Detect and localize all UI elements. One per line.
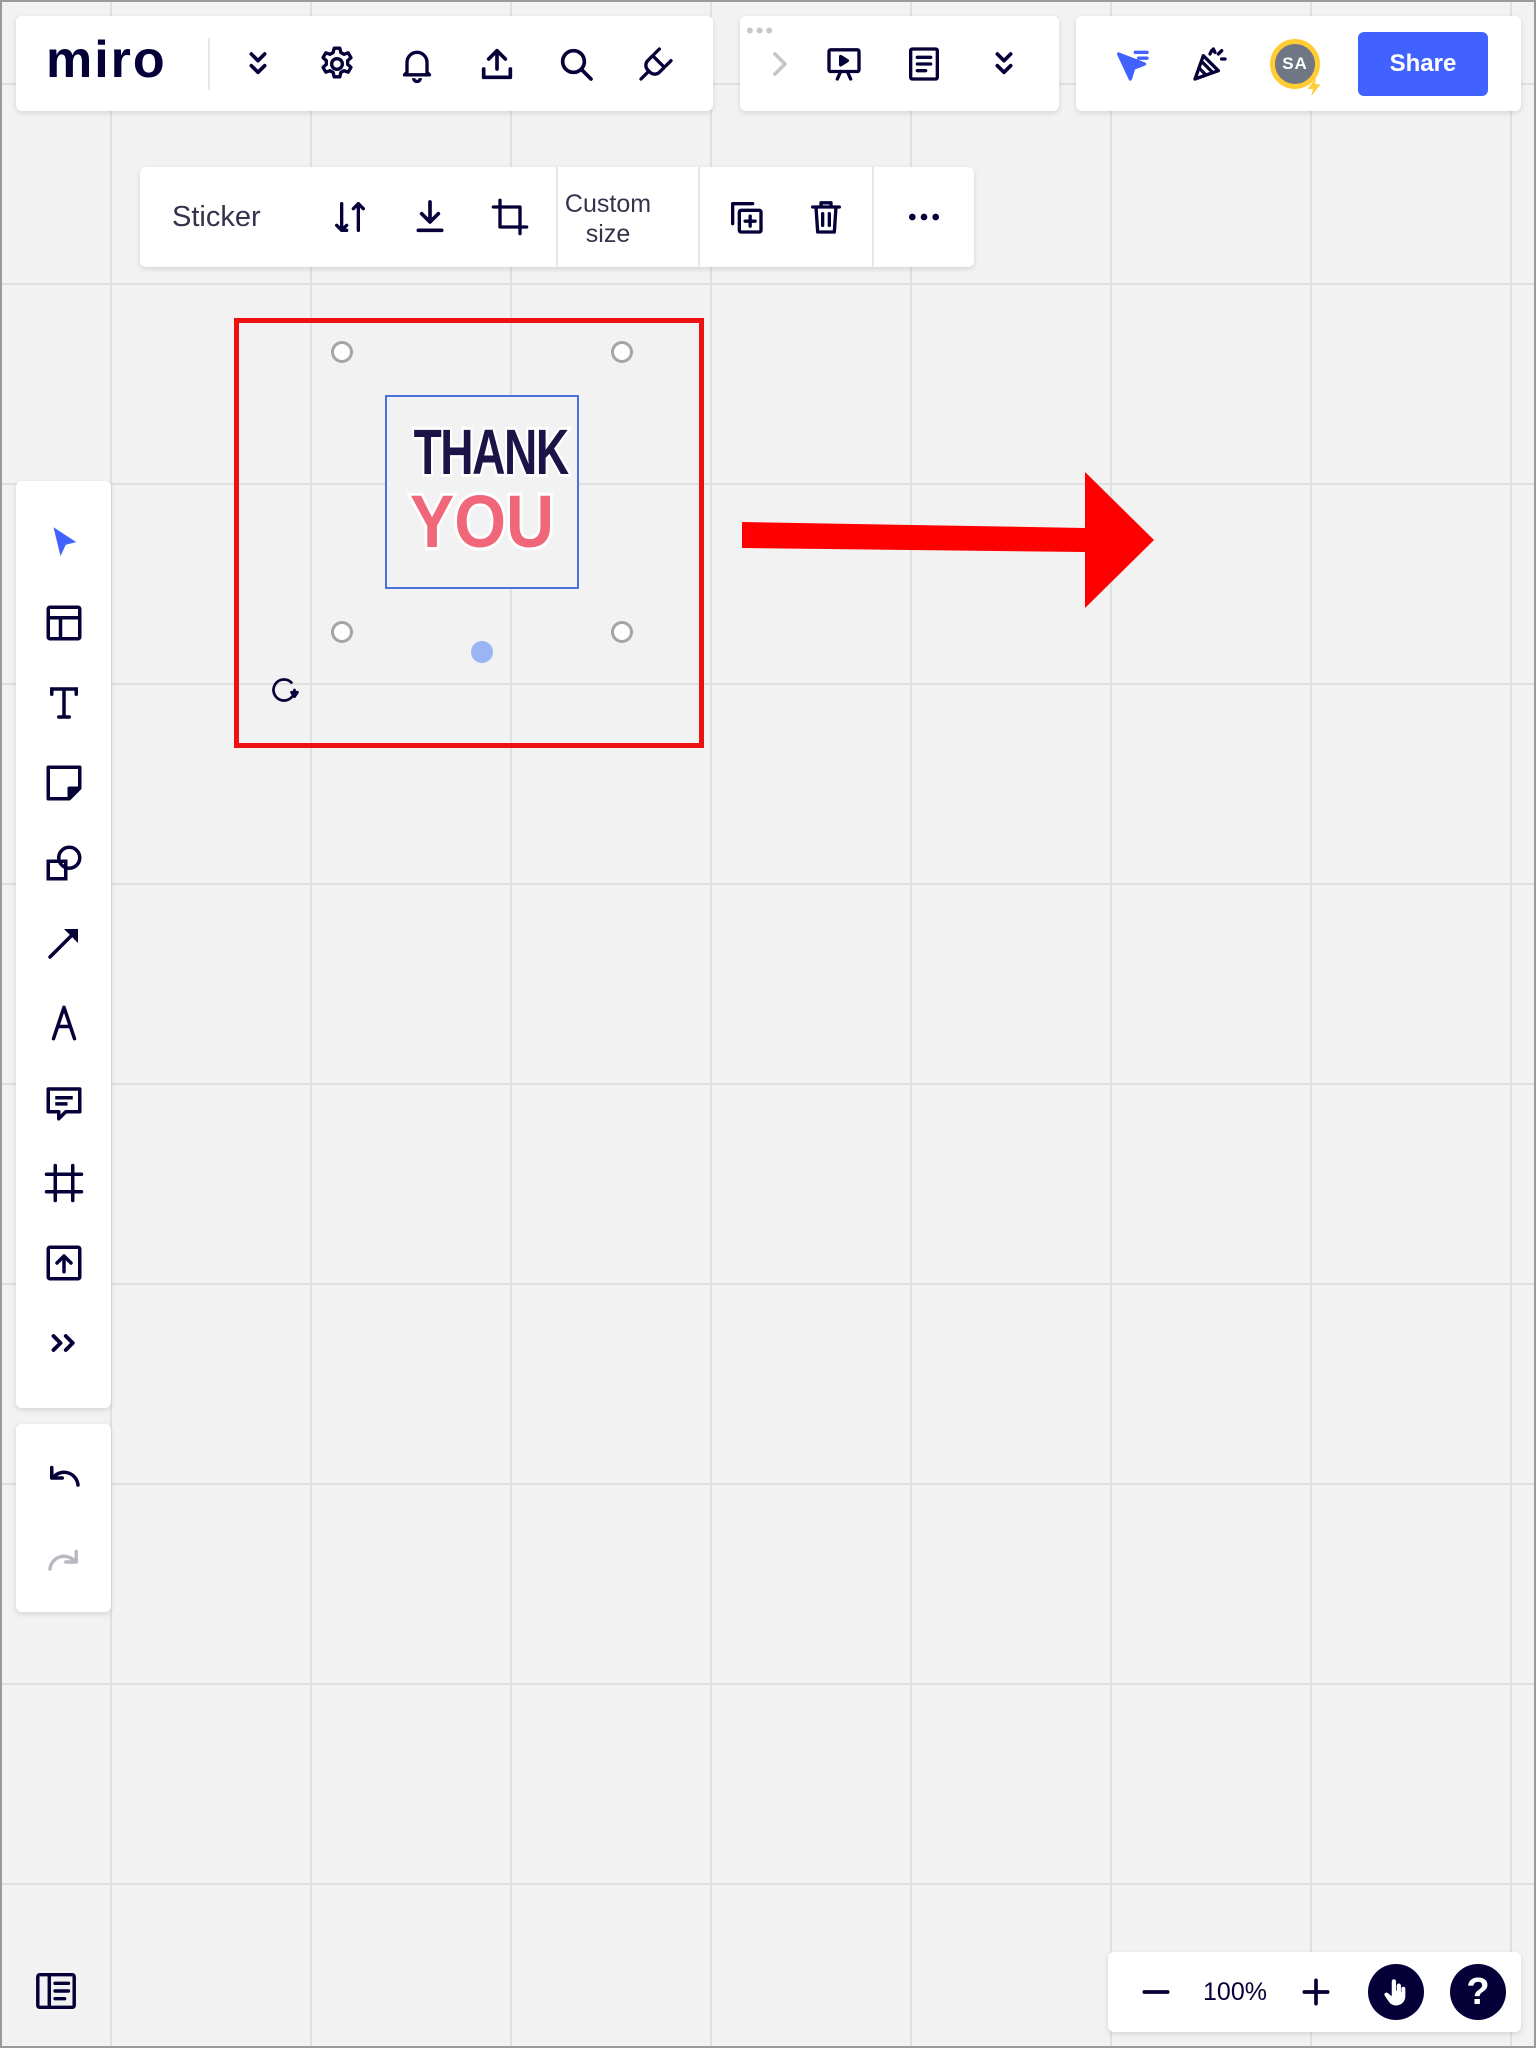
resize-handle-bottom-right[interactable] — [611, 621, 633, 643]
zoom-in-icon[interactable] — [1294, 1970, 1338, 2014]
plug-icon[interactable] — [634, 42, 678, 86]
custom-size-button[interactable]: Custom size — [560, 189, 656, 249]
divider — [208, 38, 210, 90]
crop-icon[interactable] — [488, 195, 532, 239]
sticker-context-toolbar: Sticker Custom size — [140, 167, 974, 267]
chevron-right-icon[interactable] — [758, 42, 802, 86]
thank-you-sticker[interactable]: THANK YOU — [385, 395, 579, 589]
help-icon[interactable]: ? — [1450, 1964, 1506, 2020]
cursor-arrow-icon[interactable] — [1110, 42, 1154, 86]
swap-icon[interactable] — [328, 195, 372, 239]
sticker-text-line2: YOU — [407, 477, 557, 566]
divider — [556, 167, 558, 267]
lightning-icon — [1304, 74, 1326, 100]
comment-icon[interactable] — [38, 1077, 90, 1129]
chevrons-down-icon[interactable] — [236, 42, 280, 86]
help-label: ? — [1466, 1971, 1490, 2013]
shapes-icon[interactable] — [38, 837, 90, 889]
arrow-icon[interactable] — [38, 917, 90, 969]
download-icon[interactable] — [408, 195, 452, 239]
more-tools-icon[interactable] — [38, 1317, 90, 1369]
duplicate-icon[interactable] — [724, 195, 768, 239]
history-panel — [16, 1424, 111, 1612]
gear-icon[interactable] — [315, 42, 359, 86]
undo-icon[interactable] — [38, 1452, 90, 1504]
main-menu-panel: miro — [16, 16, 713, 111]
presentation-icon[interactable] — [822, 42, 866, 86]
select-icon[interactable] — [38, 517, 90, 569]
upload-file-icon[interactable] — [38, 1237, 90, 1289]
party-popper-icon[interactable] — [1188, 42, 1232, 86]
search-icon[interactable] — [554, 42, 598, 86]
divider — [698, 167, 700, 267]
creation-toolbar — [16, 481, 111, 1408]
screenshot-frame — [0, 0, 1536, 2048]
rotate-icon[interactable] — [266, 672, 302, 708]
sidebar-icon[interactable] — [30, 1965, 82, 2017]
miro-logo[interactable]: miro — [46, 34, 167, 86]
chevrons-down-icon[interactable] — [982, 42, 1026, 86]
resize-handle-top-left[interactable] — [331, 341, 353, 363]
resize-handle-top-right[interactable] — [611, 341, 633, 363]
redo-icon[interactable] — [38, 1536, 90, 1588]
drag-handle-icon[interactable]: ••• — [746, 20, 775, 42]
hand-icon[interactable] — [1368, 1964, 1424, 2020]
bell-icon[interactable] — [395, 42, 439, 86]
notes-icon[interactable] — [902, 42, 946, 86]
sticker-text-line1: THANK — [411, 413, 571, 491]
trash-icon[interactable] — [804, 195, 848, 239]
annotation-arrow — [740, 470, 1156, 610]
board-tools-panel: ••• — [740, 16, 1059, 111]
upload-icon[interactable] — [475, 42, 519, 86]
more-icon[interactable] — [902, 195, 946, 239]
share-button[interactable]: Share — [1358, 32, 1488, 96]
selection-type-label: Sticker — [172, 200, 261, 233]
divider — [872, 167, 874, 267]
frame-icon[interactable] — [38, 1157, 90, 1209]
templates-icon[interactable] — [38, 597, 90, 649]
text-icon[interactable] — [38, 677, 90, 729]
resize-handle-bottom-left[interactable] — [331, 621, 353, 643]
zoom-level[interactable]: 100% — [1190, 1952, 1280, 2032]
zoom-out-icon[interactable] — [1134, 1970, 1178, 2014]
sticky-note-icon[interactable] — [38, 757, 90, 809]
pen-icon[interactable] — [38, 997, 90, 1049]
connection-handle[interactable] — [471, 641, 493, 663]
